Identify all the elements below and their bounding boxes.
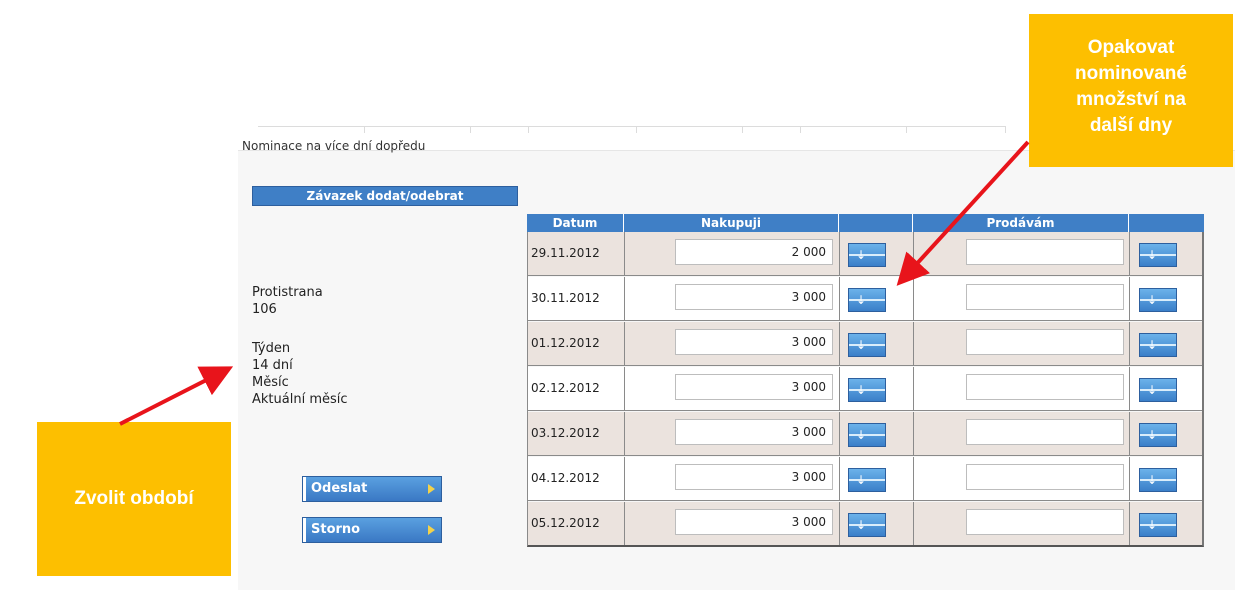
annotation-arrow-repeat — [896, 140, 1030, 286]
annotation-arrow-period — [119, 366, 234, 426]
annotation-arrows — [119, 140, 1030, 426]
